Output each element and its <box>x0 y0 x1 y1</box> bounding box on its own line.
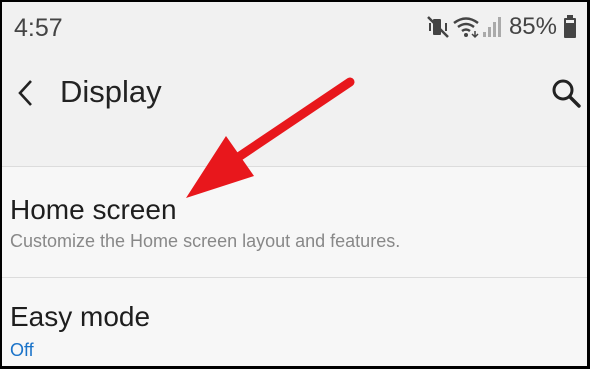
setting-title: Easy mode <box>10 301 151 332</box>
setting-title: Home screen <box>10 194 177 225</box>
back-arrow-icon <box>18 80 32 106</box>
setting-home-screen[interactable]: Home screen Customize the Home screen la… <box>2 167 587 277</box>
search-button[interactable] <box>549 76 583 110</box>
battery-percent: 85% <box>508 13 557 40</box>
phone-screen: 4:57 85% Display Home screen Customize t… <box>2 2 587 366</box>
setting-easy-mode[interactable]: Easy mode Off <box>2 278 587 366</box>
vibrate-mute-icon <box>425 14 451 40</box>
battery-icon <box>563 14 577 40</box>
setting-subtitle: Customize the Home screen layout and fea… <box>10 231 401 251</box>
wifi-icon <box>451 14 481 40</box>
settings-list: Home screen Customize the Home screen la… <box>2 167 587 366</box>
search-icon <box>552 79 581 108</box>
status-icons: 85% <box>425 12 577 42</box>
back-button[interactable] <box>12 76 42 110</box>
page-title: Display <box>60 74 162 109</box>
status-bar: 4:57 85% <box>2 2 587 58</box>
setting-value: Off <box>10 340 34 360</box>
app-bar: Display <box>2 58 587 166</box>
signal-icon <box>481 14 505 40</box>
status-time: 4:57 <box>14 14 63 42</box>
